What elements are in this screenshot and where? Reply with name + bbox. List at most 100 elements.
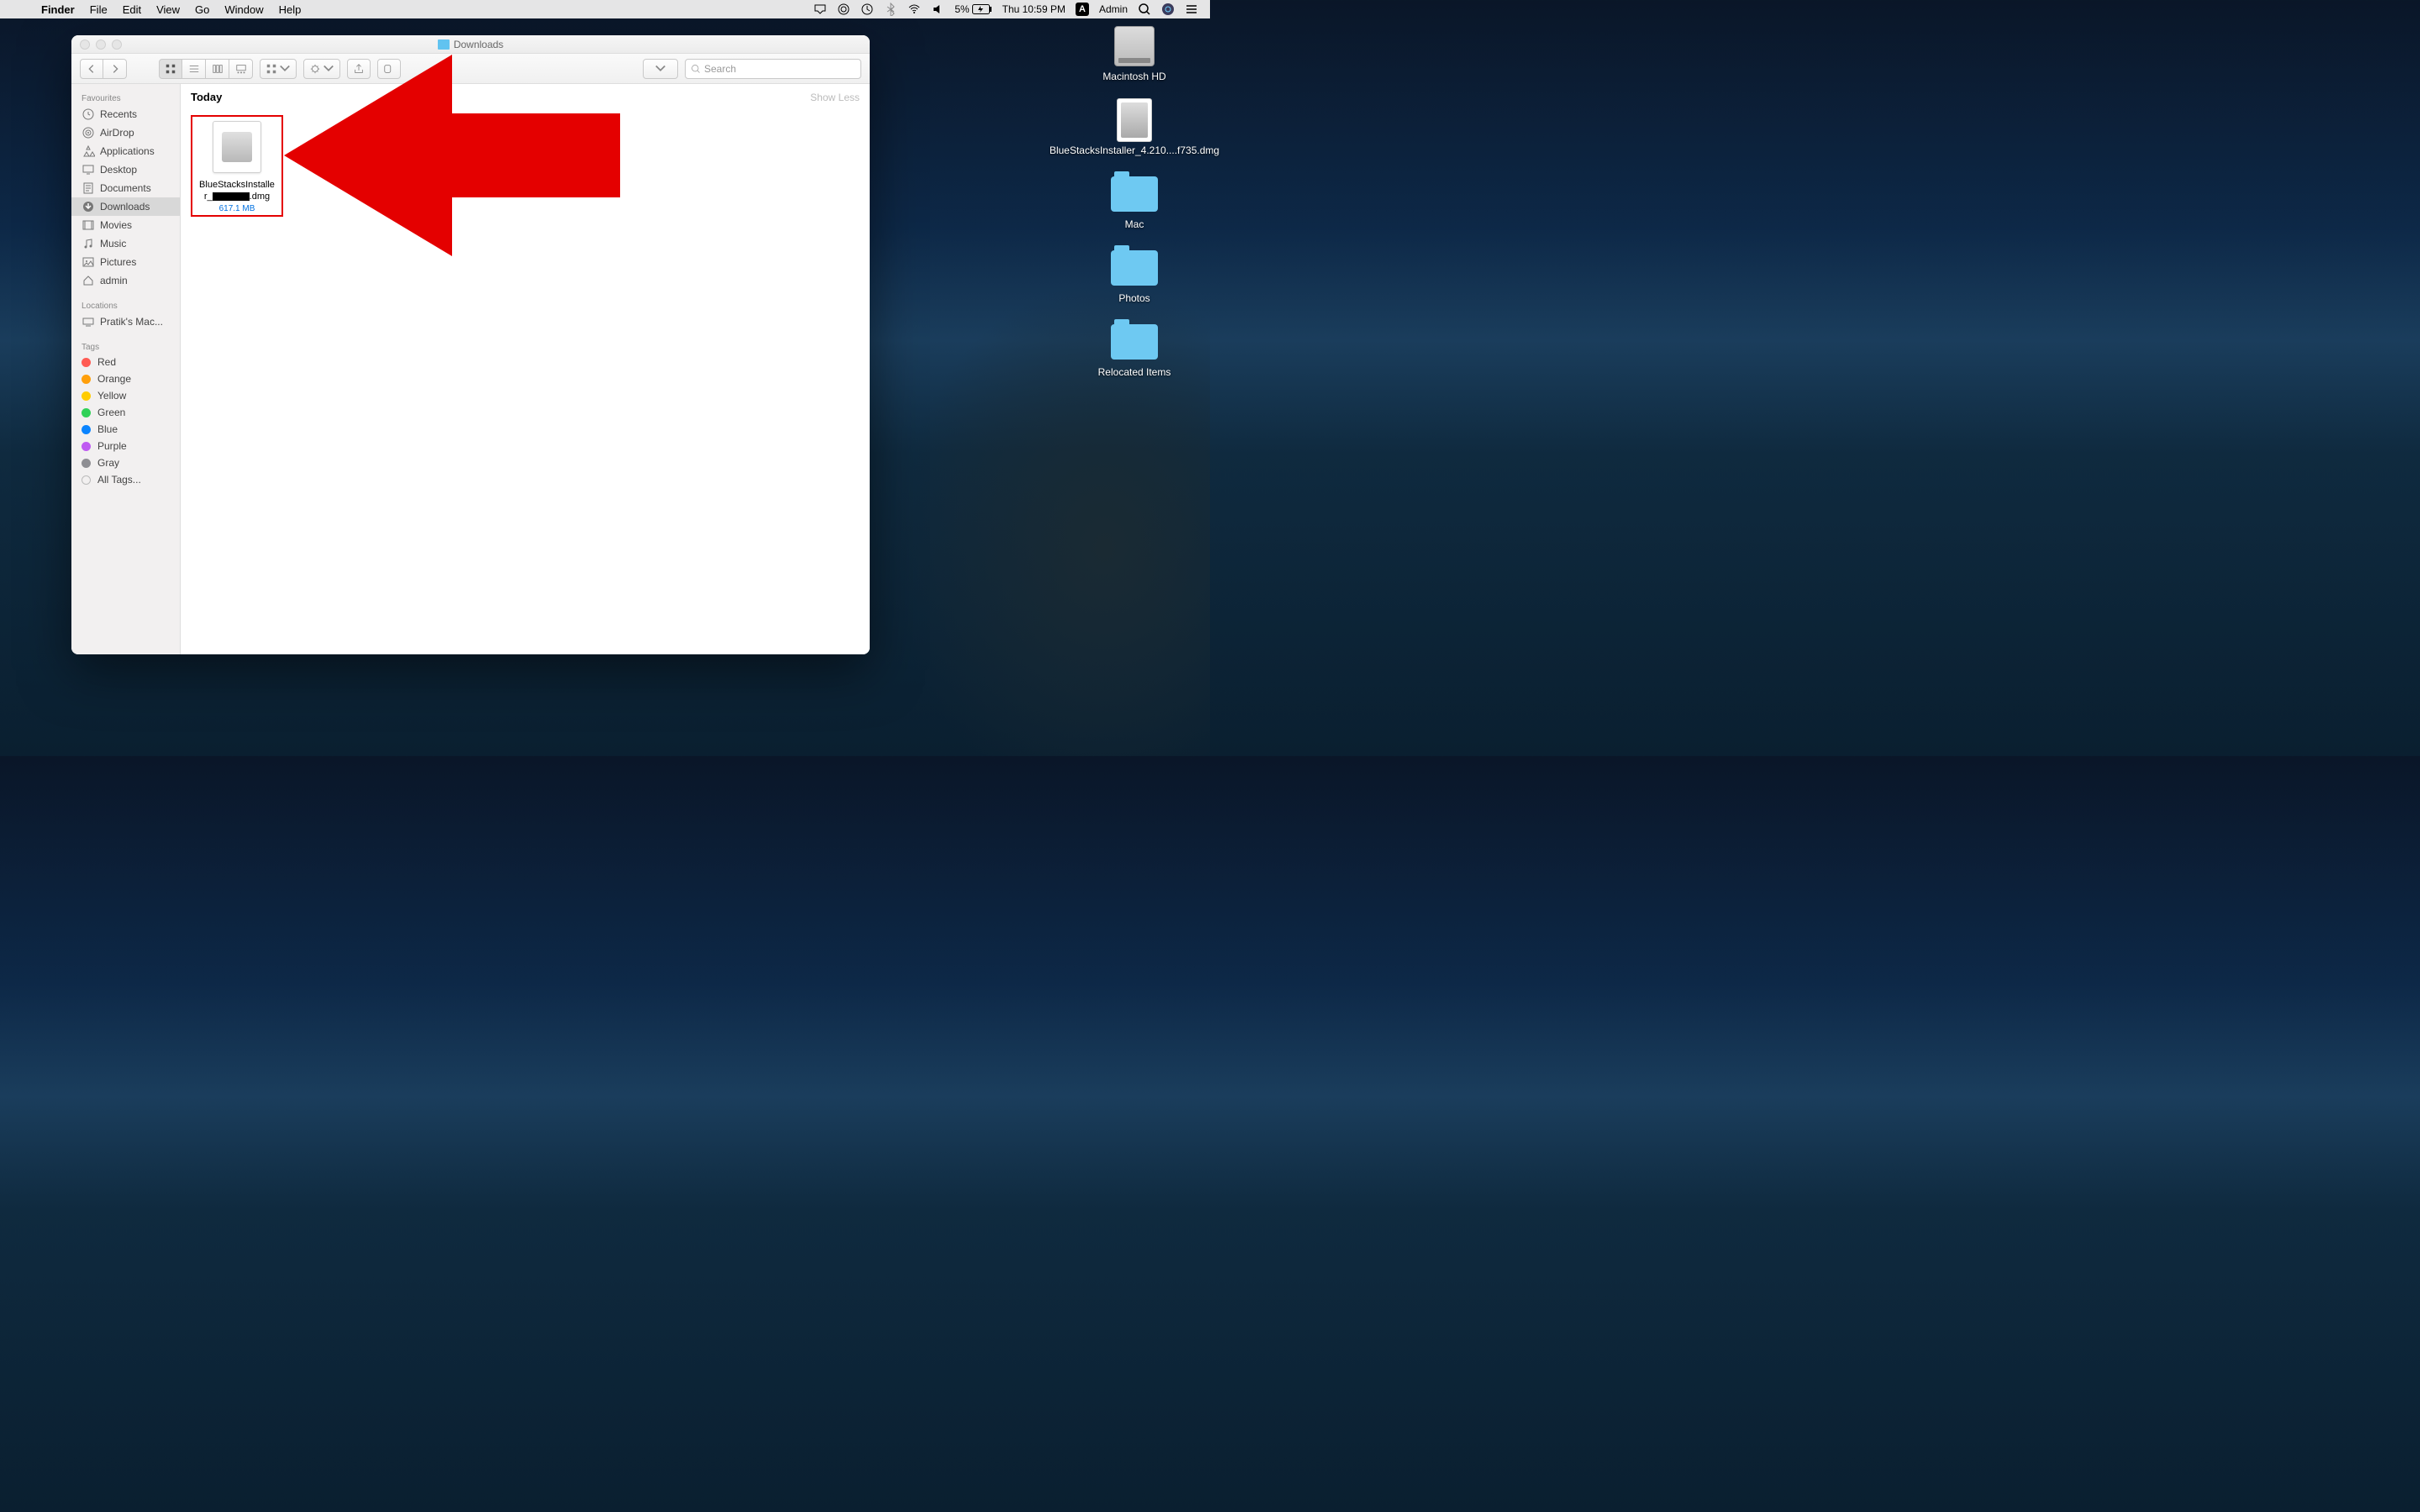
battery-indicator[interactable]: 5% — [955, 3, 992, 15]
home-icon — [82, 274, 95, 287]
clock[interactable]: Thu 10:59 PM — [1002, 3, 1065, 15]
app-name[interactable]: Finder — [34, 3, 82, 16]
wifi-icon[interactable] — [908, 3, 921, 16]
desktop-label: Macintosh HD — [1102, 71, 1165, 82]
bluetooth-icon[interactable] — [884, 3, 897, 16]
desktop-item-folder-photos[interactable]: Photos — [1076, 247, 1193, 304]
search-icon — [691, 64, 701, 74]
sidebar-item-music[interactable]: Music — [71, 234, 180, 253]
sidebar-item-location[interactable]: Pratik's Mac... — [71, 312, 180, 331]
path-dropdown[interactable] — [643, 59, 678, 79]
file-size: 617.1 MB — [219, 204, 255, 213]
sidebar-item-recents[interactable]: Recents — [71, 105, 180, 123]
sidebar-item-admin[interactable]: admin — [71, 271, 180, 290]
menu-window[interactable]: Window — [217, 3, 271, 16]
desktop-icons: Macintosh HD BlueStacksInstaller_4.210..… — [1076, 25, 1193, 378]
desktop-item-folder-mac[interactable]: Mac — [1076, 173, 1193, 230]
notification-center-icon[interactable] — [1185, 3, 1198, 16]
column-view-button[interactable] — [206, 59, 229, 79]
sidebar-all-tags[interactable]: All Tags... — [71, 471, 180, 488]
user-name[interactable]: Admin — [1099, 3, 1128, 15]
spotlight-icon[interactable] — [1138, 3, 1151, 16]
sidebar-item-label: Downloads — [100, 201, 150, 213]
tag-label: Purple — [97, 440, 127, 452]
traffic-lights — [80, 39, 122, 50]
cc-icon[interactable] — [837, 3, 850, 16]
sidebar-item-label: Applications — [100, 145, 155, 157]
forward-button[interactable] — [103, 59, 127, 79]
menu-go[interactable]: Go — [187, 3, 217, 16]
file-name: BlueStacksInstalle r_.dmg — [194, 179, 280, 203]
sidebar-item-label: Music — [100, 238, 126, 249]
sidebar-item-documents[interactable]: Documents — [71, 179, 180, 197]
menubar-left: Finder File Edit View Go Window Help — [0, 3, 308, 16]
menu-help[interactable]: Help — [271, 3, 309, 16]
desktop-label: Photos — [1118, 292, 1150, 304]
sidebar-item-label: Recents — [100, 108, 137, 120]
tag-dot-icon — [82, 408, 91, 417]
sidebar-item-label: Movies — [100, 219, 132, 231]
search-field[interactable]: Search — [685, 59, 861, 79]
menu-edit[interactable]: Edit — [115, 3, 149, 16]
sidebar-item-downloads[interactable]: Downloads — [71, 197, 180, 216]
tag-dot-icon — [82, 425, 91, 434]
back-button[interactable] — [80, 59, 103, 79]
sidebar-item-desktop[interactable]: Desktop — [71, 160, 180, 179]
docs-icon — [82, 181, 95, 195]
sidebar-item-applications[interactable]: Applications — [71, 142, 180, 160]
menubar: Finder File Edit View Go Window Help 5% … — [0, 0, 1210, 18]
dmg-file-icon — [208, 118, 266, 176]
battery-pct: 5% — [955, 3, 969, 15]
sidebar-tag-red[interactable]: Red — [71, 354, 180, 370]
menu-view[interactable]: View — [149, 3, 187, 16]
desktop-item-hd[interactable]: Macintosh HD — [1076, 25, 1193, 82]
sidebar-header-favourites: Favourites — [71, 91, 180, 105]
siri-icon[interactable] — [1161, 3, 1175, 16]
zoom-button[interactable] — [112, 39, 122, 50]
airplay-icon[interactable] — [813, 3, 827, 16]
apps-icon — [82, 144, 95, 158]
sidebar-item-movies[interactable]: Movies — [71, 216, 180, 234]
downloads-icon — [82, 200, 95, 213]
view-buttons — [159, 59, 253, 79]
file-item-bluestacks-dmg[interactable]: BlueStacksInstalle r_.dmg 617.1 MB — [191, 115, 283, 217]
user-badge[interactable]: A — [1076, 3, 1089, 16]
sidebar-tag-green[interactable]: Green — [71, 404, 180, 421]
group-title: Today — [191, 91, 222, 103]
show-less-button[interactable]: Show Less — [810, 92, 860, 103]
sidebar-tag-gray[interactable]: Gray — [71, 454, 180, 471]
movies-icon — [82, 218, 95, 232]
menu-file[interactable]: File — [82, 3, 115, 16]
sidebar-item-airdrop[interactable]: AirDrop — [71, 123, 180, 142]
sidebar-tag-yellow[interactable]: Yellow — [71, 387, 180, 404]
folder-icon — [1111, 250, 1158, 286]
sidebar-item-label: AirDrop — [100, 127, 134, 139]
sidebar-tag-purple[interactable]: Purple — [71, 438, 180, 454]
timemachine-icon[interactable] — [860, 3, 874, 16]
gallery-view-button[interactable] — [229, 59, 253, 79]
close-button[interactable] — [80, 39, 90, 50]
tag-label: Blue — [97, 423, 118, 435]
tag-dot-icon — [82, 442, 91, 451]
desktop-item-dmg[interactable]: BlueStacksInstaller_4.210....f735.dmg — [1076, 99, 1193, 156]
tag-label: Yellow — [97, 390, 126, 402]
tag-dot-icon — [82, 391, 91, 401]
list-view-button[interactable] — [182, 59, 206, 79]
sidebar-tag-blue[interactable]: Blue — [71, 421, 180, 438]
tag-label: Orange — [97, 373, 131, 385]
desktop-label: Mac — [1125, 218, 1144, 230]
airdrop-icon — [82, 126, 95, 139]
desktop-label: BlueStacksInstaller_4.210....f735.dmg — [1050, 144, 1219, 156]
folder-icon — [1111, 324, 1158, 360]
icon-view-button[interactable] — [159, 59, 182, 79]
minimize-button[interactable] — [96, 39, 106, 50]
sidebar-tag-orange[interactable]: Orange — [71, 370, 180, 387]
desktop-item-folder-relocated[interactable]: Relocated Items — [1076, 321, 1193, 378]
folder-icon — [1111, 176, 1158, 212]
sidebar-item-pictures[interactable]: Pictures — [71, 253, 180, 271]
clock-icon — [82, 108, 95, 121]
sidebar-item-label: admin — [100, 275, 128, 286]
sidebar: Favourites Recents AirDrop Applications Des… — [71, 84, 181, 654]
sidebar-item-label: Desktop — [100, 164, 137, 176]
volume-icon[interactable] — [931, 3, 944, 16]
